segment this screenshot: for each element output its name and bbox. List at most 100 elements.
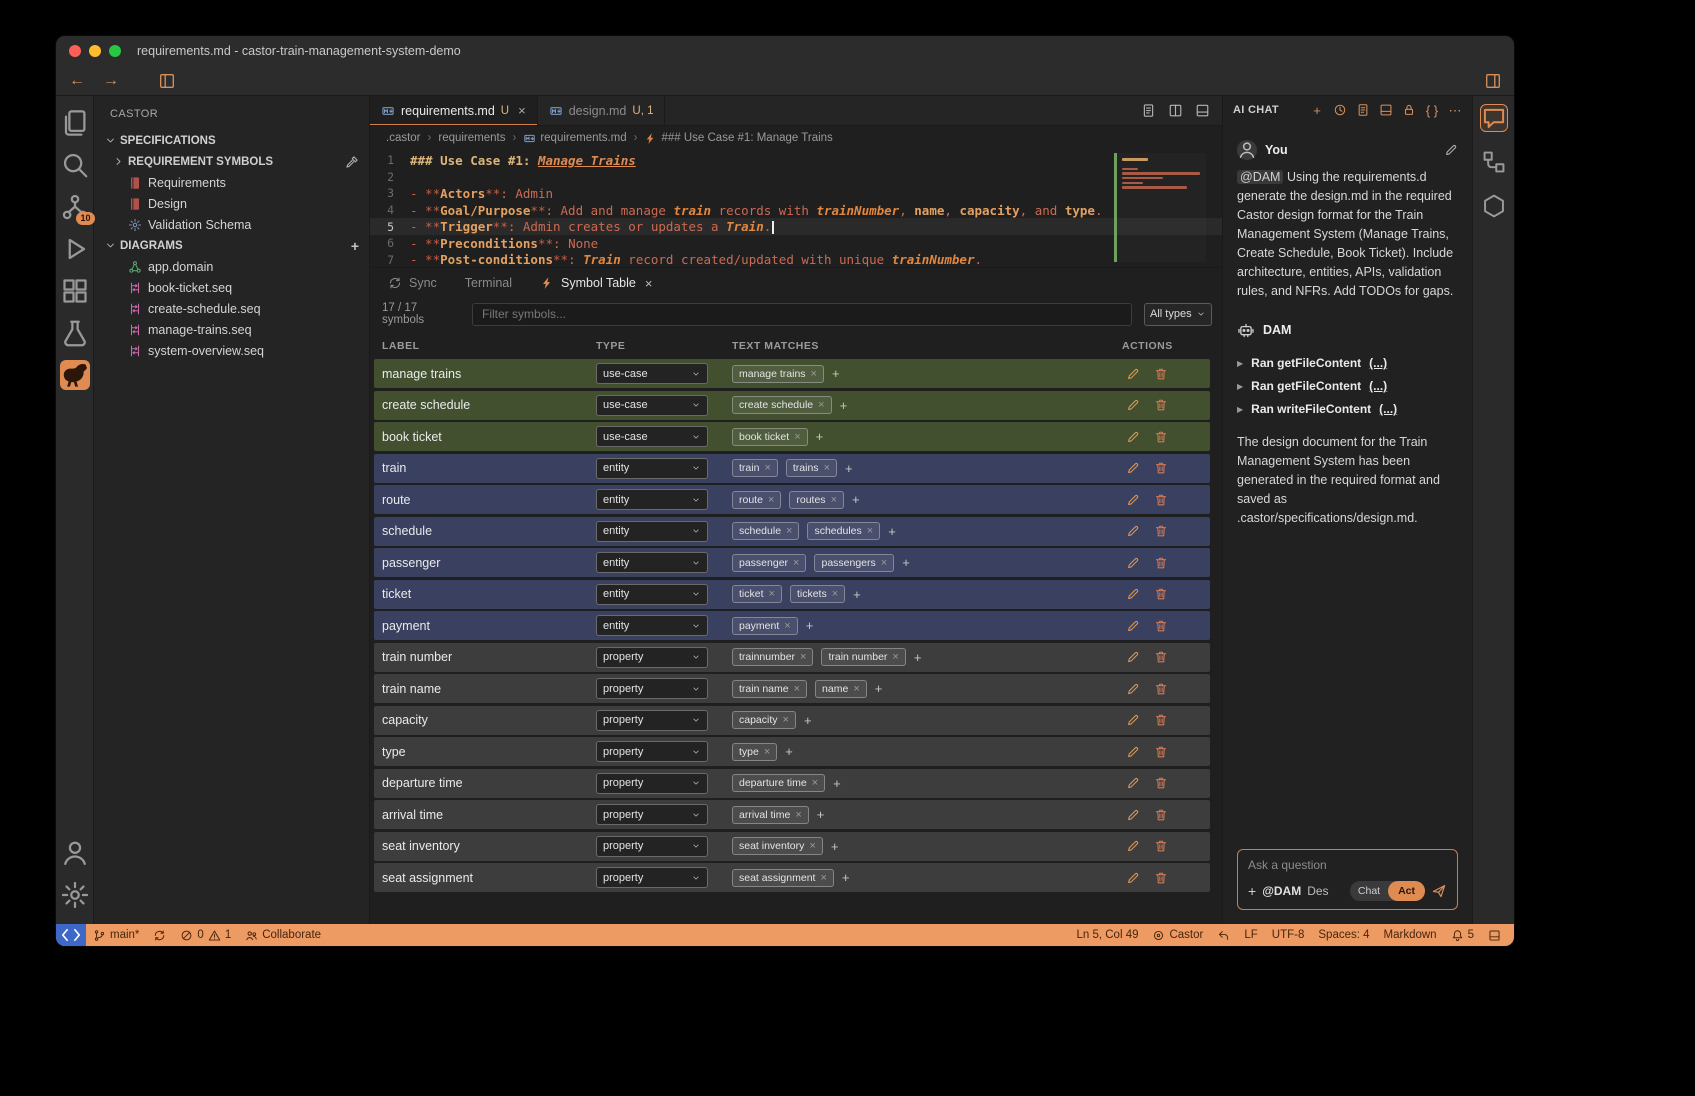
remove-match-icon[interactable]: × xyxy=(867,525,873,537)
add-match-button[interactable]: + xyxy=(833,776,841,791)
remove-match-icon[interactable]: × xyxy=(784,620,790,632)
code-line-7[interactable]: 7- **Post-conditions**: Train record cre… xyxy=(370,252,1222,268)
status-layout-toggle[interactable] xyxy=(1481,924,1508,946)
sidebar-item-requirements[interactable]: Requirements xyxy=(94,172,369,193)
remove-match-icon[interactable]: × xyxy=(764,746,770,758)
add-match-button[interactable]: + xyxy=(816,429,824,444)
remove-match-icon[interactable]: × xyxy=(793,557,799,569)
sidebar-item-book-ticket-seq[interactable]: book-ticket.seq xyxy=(94,277,369,298)
sidebar-item-design[interactable]: Design xyxy=(94,193,369,214)
type-select[interactable]: entity xyxy=(596,552,708,573)
edit-icon[interactable] xyxy=(1126,461,1140,475)
split-editor-icon[interactable] xyxy=(1168,103,1183,118)
remove-match-icon[interactable]: × xyxy=(800,651,806,663)
status-language-mode[interactable]: Markdown xyxy=(1377,924,1444,946)
code-editor[interactable]: 1### Use Case #1: Manage Trains23- **Act… xyxy=(370,150,1222,268)
tab-design-md[interactable]: design.mdU, 1 xyxy=(538,96,666,125)
edit-icon[interactable] xyxy=(1126,556,1140,570)
add-match-button[interactable]: + xyxy=(842,870,850,885)
type-select[interactable]: property xyxy=(596,741,708,762)
activity-settings[interactable] xyxy=(60,880,90,910)
delete-icon[interactable] xyxy=(1154,650,1168,664)
panel-tab-sync[interactable]: Sync xyxy=(388,276,437,290)
delete-icon[interactable] xyxy=(1154,839,1168,853)
edit-icon[interactable] xyxy=(1126,808,1140,822)
code-line-6[interactable]: 6- **Preconditions**: None xyxy=(370,235,1222,252)
zoom-window-button[interactable] xyxy=(109,45,121,57)
add-match-button[interactable]: + xyxy=(804,713,812,728)
delete-icon[interactable] xyxy=(1154,682,1168,696)
right-strip-dx[interactable] xyxy=(1480,192,1508,220)
delete-icon[interactable] xyxy=(1154,871,1168,885)
edit-icon[interactable] xyxy=(1126,619,1140,633)
edit-message-icon[interactable] xyxy=(1444,143,1458,157)
minimize-window-button[interactable] xyxy=(89,45,101,57)
breadcrumb-item[interactable]: ### Use Case #1: Manage Trains xyxy=(644,132,832,145)
status-problems[interactable]: 01 xyxy=(173,924,238,946)
add-match-button[interactable]: + xyxy=(785,744,793,759)
type-select[interactable]: property xyxy=(596,836,708,857)
activity-source-control[interactable]: 10 xyxy=(60,192,90,222)
add-match-button[interactable]: + xyxy=(806,618,814,633)
close-tab-icon[interactable]: × xyxy=(518,103,526,118)
edit-icon[interactable] xyxy=(1126,650,1140,664)
activity-castor[interactable] xyxy=(60,360,90,390)
back-button[interactable]: ← xyxy=(68,72,86,90)
edit-icon[interactable] xyxy=(1126,871,1140,885)
add-match-button[interactable]: + xyxy=(902,555,910,570)
tool-args-link[interactable]: (...) xyxy=(1369,356,1387,370)
lock-icon[interactable] xyxy=(1402,103,1416,117)
group-requirement-symbols[interactable]: REQUIREMENT SYMBOLS xyxy=(94,151,369,172)
status-indentation[interactable]: Spaces: 4 xyxy=(1311,924,1376,946)
status-encoding[interactable]: UTF-8 xyxy=(1265,924,1312,946)
edit-icon[interactable] xyxy=(1126,839,1140,853)
status-notifications[interactable]: 5 xyxy=(1444,924,1481,946)
delete-icon[interactable] xyxy=(1154,398,1168,412)
delete-icon[interactable] xyxy=(1154,524,1168,538)
remove-match-icon[interactable]: × xyxy=(818,399,824,411)
mode-chat-option[interactable]: Chat xyxy=(1350,885,1388,897)
remove-match-icon[interactable]: × xyxy=(881,557,887,569)
code-line-4[interactable]: 4- **Goal/Purpose**: Add and manage trai… xyxy=(370,202,1222,219)
type-select[interactable]: use-case xyxy=(596,395,708,416)
chat-input-box[interactable]: Ask a question + @DAM Des Chat Act xyxy=(1237,849,1458,910)
remote-indicator[interactable] xyxy=(56,924,86,946)
remove-match-icon[interactable]: × xyxy=(794,683,800,695)
type-select[interactable]: entity xyxy=(596,458,708,479)
sidebar-item-app-domain[interactable]: app.domain xyxy=(94,256,369,277)
activity-explorer[interactable] xyxy=(60,108,90,138)
attach-icon[interactable]: + xyxy=(1248,884,1256,898)
status-sync-changes[interactable] xyxy=(146,924,173,946)
breadcrumb-item[interactable]: requirements xyxy=(438,132,505,144)
remove-match-icon[interactable]: × xyxy=(824,462,830,474)
status-undo[interactable] xyxy=(1210,924,1237,946)
tool-run[interactable]: ▶Ran writeFileContent(...) xyxy=(1237,402,1458,416)
remove-match-icon[interactable]: × xyxy=(832,588,838,600)
edit-icon[interactable] xyxy=(1126,587,1140,601)
remove-match-icon[interactable]: × xyxy=(892,651,898,663)
delete-icon[interactable] xyxy=(1154,713,1168,727)
history-icon[interactable] xyxy=(1333,103,1347,117)
type-select[interactable]: entity xyxy=(596,521,708,542)
expand-icon[interactable]: ▶ xyxy=(1237,382,1243,391)
section-diagrams[interactable]: DIAGRAMS + xyxy=(94,235,369,256)
type-select[interactable]: property xyxy=(596,647,708,668)
remove-match-icon[interactable]: × xyxy=(764,462,770,474)
close-window-button[interactable] xyxy=(69,45,81,57)
tab-requirements-md[interactable]: requirements.mdU× xyxy=(370,96,538,125)
edit-icon[interactable] xyxy=(1126,398,1140,412)
type-select[interactable]: property xyxy=(596,804,708,825)
remove-match-icon[interactable]: × xyxy=(795,809,801,821)
activity-testing[interactable] xyxy=(60,318,90,348)
forward-button[interactable]: → xyxy=(102,72,120,90)
add-match-button[interactable]: + xyxy=(831,839,839,854)
symbols-tools-icon[interactable] xyxy=(345,155,359,169)
edit-icon[interactable] xyxy=(1126,713,1140,727)
expand-icon[interactable]: ▶ xyxy=(1237,359,1243,368)
toggle-panel-icon[interactable] xyxy=(1195,103,1210,118)
delete-icon[interactable] xyxy=(1154,587,1168,601)
remove-match-icon[interactable]: × xyxy=(783,714,789,726)
type-select[interactable]: property xyxy=(596,773,708,794)
add-match-button[interactable]: + xyxy=(845,461,853,476)
add-match-button[interactable]: + xyxy=(817,807,825,822)
